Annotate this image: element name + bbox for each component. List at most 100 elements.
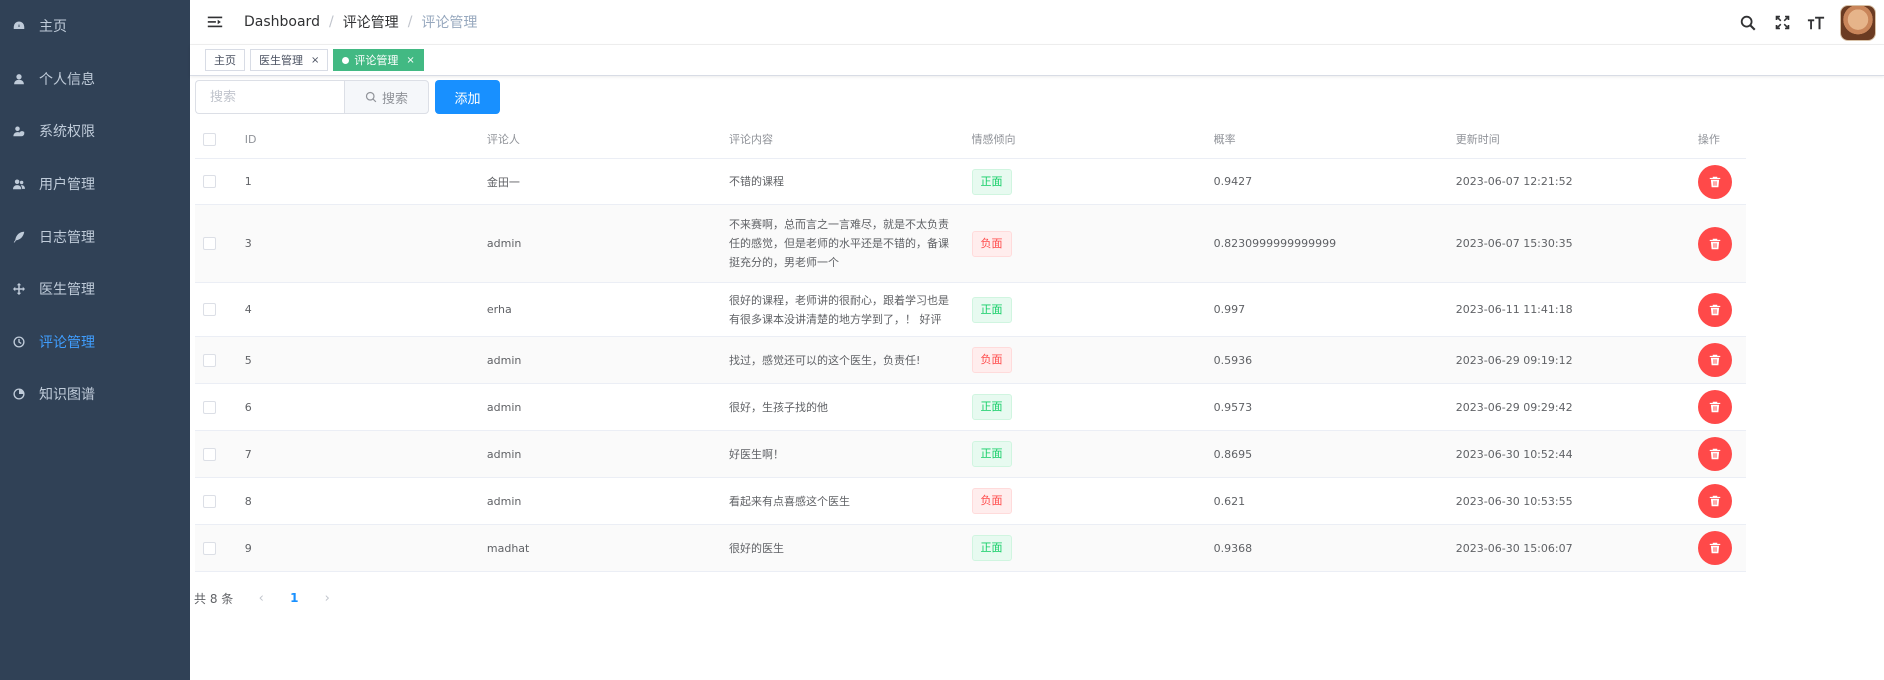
delete-button[interactable]	[1697, 292, 1732, 327]
header-id: ID	[244, 132, 257, 146]
row-check-cell	[195, 447, 235, 461]
row-check-cell	[195, 303, 235, 316]
hamburger-icon[interactable]	[206, 12, 226, 32]
row-checkbox[interactable]	[203, 447, 216, 461]
sidebar-item-doctors[interactable]: 医生管理	[0, 263, 190, 316]
delete-button[interactable]	[1697, 343, 1732, 377]
trash-icon	[1709, 176, 1721, 187]
table-row: 1 金田一 不错的课程 正面 0.9427 2023-06-07 12:21:52	[195, 159, 1746, 205]
delete-button[interactable]	[1697, 484, 1732, 518]
cell-user: admin	[486, 353, 522, 367]
delete-button[interactable]	[1697, 531, 1732, 565]
sidebar-item-users[interactable]: 用户管理	[0, 158, 190, 211]
sidebar-item-label: 医生管理	[39, 282, 95, 299]
navbar-right	[1738, 0, 1884, 45]
search-icon	[365, 91, 377, 103]
trash-icon	[1709, 495, 1721, 507]
cell-op	[1688, 531, 1746, 565]
search-button[interactable]: 搜索	[344, 80, 429, 114]
cell-id: 6	[244, 400, 252, 414]
cell-user: admin	[486, 400, 522, 414]
users-icon	[12, 177, 26, 191]
search-input[interactable]	[195, 80, 344, 114]
close-icon[interactable]: ×	[311, 55, 319, 66]
breadcrumb-item-section[interactable]: 评论管理	[343, 12, 399, 32]
cell-time: 2023-06-30 10:53:55	[1455, 494, 1573, 508]
sidebar-item-knowledge-graph[interactable]: 知识图谱	[0, 368, 190, 421]
navbar: Dashboard / 评论管理 / 评论管理	[190, 0, 1884, 45]
table-row: 4 erha 很好的课程，老师讲的很耐心，跟着学习也是有很多课本没讲清楚的地方学到了…	[195, 283, 1746, 337]
row-check-cell	[195, 400, 235, 414]
tag-doctors[interactable]: 医生管理 ×	[250, 49, 329, 71]
cell-sentiment: 负面	[962, 347, 1204, 373]
pagination-total: 共 8 条	[194, 591, 234, 606]
sidebar-item-permissions[interactable]: 系统权限	[0, 105, 190, 158]
breadcrumb: Dashboard / 评论管理 / 评论管理	[244, 12, 477, 32]
row-checkbox[interactable]	[203, 353, 216, 367]
sidebar-item-logs[interactable]: 日志管理	[0, 210, 190, 263]
cell-op	[1688, 226, 1746, 261]
add-button[interactable]: 添加	[435, 80, 500, 114]
delete-button[interactable]	[1697, 437, 1732, 471]
cell-op	[1688, 390, 1746, 424]
sidebar-item-home[interactable]: 主页	[0, 0, 190, 53]
delete-button[interactable]	[1697, 164, 1732, 199]
header-sentiment: 情感倾向	[971, 133, 1016, 146]
pagination: 共 8 条 ‹ 1 ›	[194, 588, 337, 608]
cell-id: 7	[244, 447, 252, 461]
header-probability: 概率	[1213, 133, 1236, 146]
page-number[interactable]: 1	[279, 591, 309, 605]
cell-content: 很好的课程，老师讲的很耐心，跟着学习也是有很多课本没讲清楚的地方学到了，！ 好评	[729, 293, 949, 326]
user-shield-icon	[12, 124, 26, 138]
cell-probability: 0.9368	[1213, 541, 1253, 555]
header-op: 操作	[1697, 133, 1720, 146]
cell-time: 2023-06-29 09:19:12	[1455, 353, 1573, 367]
table-row: 9 madhat 很好的医生 正面 0.9368 2023-06-30 15:06:07	[195, 525, 1746, 572]
breadcrumb-item-current: 评论管理	[421, 15, 478, 31]
row-check-cell	[195, 237, 235, 250]
sidebar-item-comments[interactable]: 评论管理	[0, 316, 190, 369]
row-checkbox[interactable]	[203, 400, 216, 414]
table-body: 1 金田一 不错的课程 正面 0.9427 2023-06-07 12:21:52 3 adm…	[195, 159, 1746, 572]
row-checkbox[interactable]	[203, 303, 216, 316]
row-checkbox[interactable]	[203, 237, 216, 250]
breadcrumb-item-dashboard[interactable]: Dashboard	[244, 14, 320, 30]
fullscreen-icon[interactable]	[1772, 13, 1792, 33]
cell-user: admin	[486, 494, 522, 508]
search-icon[interactable]	[1738, 13, 1758, 33]
prev-page-button[interactable]: ‹	[251, 591, 271, 606]
tag-home[interactable]: 主页	[205, 49, 245, 71]
delete-button[interactable]	[1697, 390, 1732, 424]
row-checkbox[interactable]	[203, 175, 216, 188]
sidebar-item-profile[interactable]: 个人信息	[0, 53, 190, 106]
tag-label: 评论管理	[354, 54, 399, 67]
avatar[interactable]	[1840, 4, 1876, 41]
cell-time: 2023-06-30 10:52:44	[1455, 447, 1573, 461]
cell-op	[1688, 484, 1746, 518]
row-checkbox[interactable]	[203, 541, 216, 555]
delete-button[interactable]	[1697, 226, 1732, 261]
tag-comments[interactable]: 评论管理 ×	[333, 49, 424, 71]
cell-probability: 0.5936	[1213, 353, 1253, 367]
trash-icon	[1709, 542, 1721, 554]
cell-content: 好医生啊！	[729, 447, 784, 461]
close-icon[interactable]: ×	[406, 55, 414, 66]
row-checkbox[interactable]	[203, 494, 216, 508]
select-all-checkbox[interactable]	[203, 132, 216, 146]
cell-content: 不错的课程	[729, 175, 784, 188]
sidebar-item-label: 主页	[39, 19, 67, 36]
trash-icon	[1709, 448, 1721, 460]
toolbar: 搜索 添加	[195, 80, 500, 114]
font-size-icon[interactable]	[1806, 13, 1826, 33]
cell-sentiment: 负面	[962, 230, 1204, 257]
sentiment-badge: 正面	[971, 296, 1012, 323]
next-page-button[interactable]: ›	[317, 591, 337, 606]
sidebar: 主页 个人信息 系统权限 用户管理 日志管理 医生管理 评论管理 知识图谱	[0, 0, 190, 680]
header-user: 评论人	[486, 133, 520, 146]
cell-time: 2023-06-11 11:41:18	[1455, 303, 1573, 316]
table-row: 5 admin 找过，感觉还可以的这个医生，负责任! 负面 0.5936 2023-06-…	[195, 337, 1746, 384]
sentiment-badge: 正面	[971, 535, 1012, 561]
cell-id: 8	[244, 494, 252, 508]
search-button-label: 搜索	[381, 91, 408, 107]
select-all-cell	[195, 132, 235, 146]
